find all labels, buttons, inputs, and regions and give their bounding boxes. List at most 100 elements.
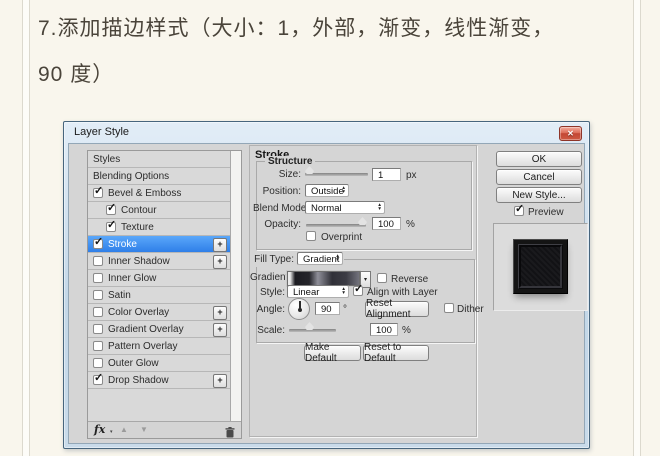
close-button[interactable]: ✕ (559, 126, 582, 141)
blend-mode-dropdown[interactable]: Normal ▴▾ (305, 201, 385, 214)
tutorial-step-line1: 7.添加描边样式（大小：1，外部，渐变，线性渐变， (38, 6, 554, 52)
dither-checkbox[interactable] (444, 303, 454, 313)
fx-icon[interactable]: fx (94, 423, 105, 436)
effect-checkbox[interactable]: ✓ (106, 222, 116, 232)
styles-list-item-texture[interactable]: ✓Texture (88, 219, 231, 236)
styles-list-item-label: Bevel & Emboss (108, 188, 181, 199)
styles-list-item-label: Blending Options (93, 171, 169, 182)
fill-type-spin-icon: ▴▾ (336, 254, 339, 262)
dialog-body: Styles Blending Options ✓ Bevel & Emboss ✓ Co… (68, 143, 585, 444)
styles-list-item-label: Styles (93, 154, 120, 165)
styles-list-item-contour[interactable]: ✓ Contour (88, 202, 231, 219)
overprint-checkbox[interactable] (306, 231, 316, 241)
angle-dial-hub (298, 308, 302, 312)
check-icon: ✓ (107, 218, 116, 231)
styles-list-item-pattern-overlay[interactable]: Pattern Overlay (88, 338, 231, 355)
gradient-label: Gradient: (250, 272, 285, 283)
page-right-border (633, 0, 641, 456)
effect-checkbox[interactable]: ✓ (93, 375, 103, 385)
structure-legend: Structure (265, 156, 315, 167)
styles-list-item-outer-glow[interactable]: Outer Glow (88, 355, 231, 372)
size-input[interactable]: 1 (372, 168, 401, 181)
position-spin-icon: ▴▾ (342, 186, 345, 194)
opacity-input[interactable]: 100 (372, 217, 401, 230)
add-effect-instance-button[interactable]: + (213, 374, 227, 388)
effect-checkbox[interactable] (93, 290, 103, 300)
cancel-button[interactable]: Cancel (496, 169, 582, 185)
styles-list-scrollbar[interactable] (230, 151, 241, 422)
align-with-layer-label: Align with Layer (367, 287, 438, 298)
preview-label: Preview (528, 207, 564, 218)
styles-list-item-blending-options[interactable]: Blending Options (88, 168, 231, 185)
blend-mode-label: Blend Mode: (253, 203, 301, 214)
styles-list-item-stroke[interactable]: ✓ Stroke + (88, 236, 231, 253)
move-effect-up-icon[interactable]: ▲ (120, 425, 128, 434)
tutorial-step-line2: 90 度） (38, 52, 554, 98)
reset-to-default-button[interactable]: Reset to Default (363, 345, 429, 361)
blend-mode-spin-icon: ▴▾ (378, 203, 381, 211)
preview-texture-center (519, 245, 562, 288)
dialog-titlebar[interactable]: Layer Style ✕ (64, 122, 589, 143)
reverse-checkbox[interactable] (377, 273, 387, 283)
fx-menu-caret-icon: ▾ (110, 429, 113, 435)
styles-list-item-bevel-emboss[interactable]: ✓ Bevel & Emboss (88, 185, 231, 202)
angle-input[interactable]: 90 (315, 302, 340, 315)
styles-list-item-label: Gradient Overlay (108, 324, 184, 335)
stroke-settings-panel: Stroke Structure Size: 1 px Position: Ou… (249, 145, 477, 437)
position-label: Position: (253, 186, 301, 197)
preview-thumbnail (513, 239, 568, 294)
make-default-button[interactable]: Make Default (304, 345, 361, 361)
reset-alignment-button[interactable]: Reset Alignment (365, 301, 429, 317)
fill-type-dropdown[interactable]: Gradient ▴▾ (297, 252, 343, 265)
check-icon: ✓ (94, 184, 103, 197)
angle-dial[interactable] (288, 298, 310, 320)
effect-checkbox[interactable] (93, 307, 103, 317)
styles-list-toolbar: fx ▾ ▲ ▼ (88, 421, 241, 438)
effect-checkbox[interactable]: ✓ (93, 239, 103, 249)
effect-checkbox[interactable] (93, 324, 103, 334)
effect-checkbox[interactable]: ✓ (106, 205, 116, 215)
size-slider[interactable] (305, 173, 368, 176)
add-effect-instance-button[interactable]: + (213, 238, 227, 252)
scale-slider[interactable] (289, 329, 336, 332)
add-effect-instance-button[interactable]: + (213, 255, 227, 269)
align-with-layer-checkbox[interactable]: ✓ (353, 286, 363, 296)
styles-list-item-label: Contour (121, 205, 157, 216)
tutorial-step-text: 7.添加描边样式（大小：1，外部，渐变，线性渐变， 90 度） (38, 6, 554, 98)
effect-checkbox[interactable]: ✓ (93, 188, 103, 198)
styles-list-item-label: Stroke (108, 239, 137, 250)
styles-list-item-label: Outer Glow (108, 358, 159, 369)
move-effect-down-icon[interactable]: ▼ (140, 425, 148, 434)
new-style-button[interactable]: New Style... (496, 187, 582, 203)
opacity-slider[interactable] (306, 224, 366, 227)
preview-checkbox[interactable]: ✓ (514, 206, 524, 216)
reverse-label: Reverse (391, 274, 428, 285)
styles-list: Styles Blending Options ✓ Bevel & Emboss ✓ Co… (87, 150, 242, 439)
effect-checkbox[interactable] (93, 341, 103, 351)
effect-checkbox[interactable] (93, 358, 103, 368)
check-icon: ✓ (107, 201, 116, 214)
style-dropdown[interactable]: Linear ▴▾ (287, 285, 349, 298)
scale-input[interactable]: 100 (370, 323, 398, 336)
styles-list-item-styles[interactable]: Styles (88, 151, 231, 168)
styles-list-item-color-overlay[interactable]: Color Overlay+ (88, 304, 231, 321)
add-effect-instance-button[interactable]: + (213, 306, 227, 320)
effect-checkbox[interactable] (93, 273, 103, 283)
styles-list-item-satin[interactable]: Satin (88, 287, 231, 304)
styles-list-item-gradient-overlay[interactable]: Gradient Overlay + (88, 321, 231, 338)
effect-checkbox[interactable] (93, 256, 103, 266)
overprint-label: Overprint (321, 232, 362, 243)
ok-button[interactable]: OK (496, 151, 582, 167)
styles-list-rows: Styles Blending Options ✓ Bevel & Emboss ✓ Co… (88, 151, 231, 422)
styles-list-item-inner-shadow[interactable]: Inner Shadow+ (88, 253, 231, 270)
delete-effect-icon[interactable] (225, 425, 235, 443)
add-effect-instance-button[interactable]: + (213, 323, 227, 337)
angle-unit: ° (343, 304, 347, 315)
styles-list-item-drop-shadow[interactable]: ✓Drop Shadow+ (88, 372, 231, 389)
fill-type-label: Fill Type: (252, 254, 294, 265)
styles-list-item-inner-glow[interactable]: Inner Glow (88, 270, 231, 287)
gradient-swatch[interactable] (287, 271, 360, 286)
dialog-title: Layer Style (74, 126, 129, 138)
position-dropdown[interactable]: Outside ▴▾ (305, 184, 349, 197)
preview-well (493, 223, 588, 311)
